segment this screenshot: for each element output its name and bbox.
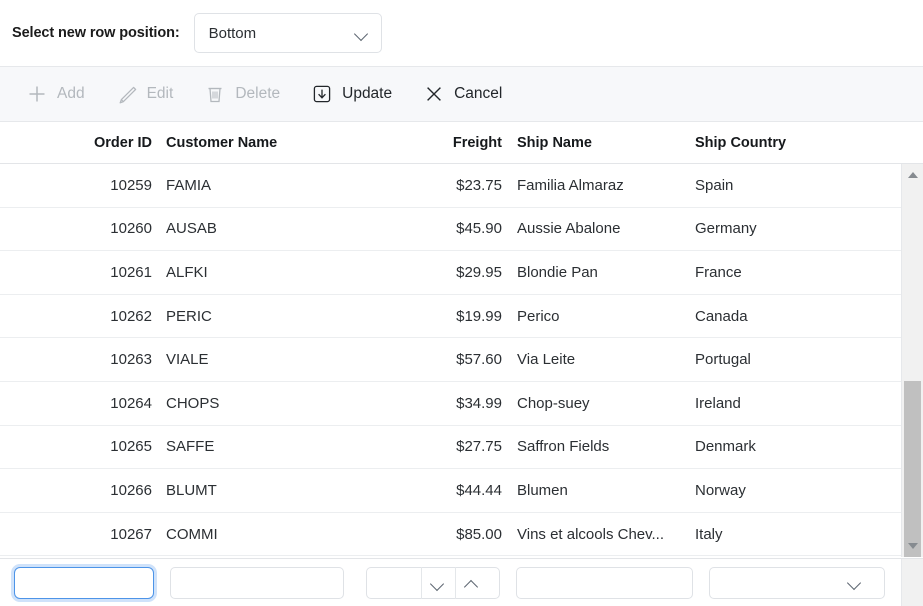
- cell-customer: CHOPS: [166, 394, 220, 412]
- scrollbar-corner-filler: [901, 559, 923, 606]
- cell-ship_name: Familia Almaraz: [517, 176, 624, 194]
- row-position-bar: Select new row position: Bottom: [0, 0, 923, 66]
- column-header-ship-name[interactable]: Ship Name: [502, 135, 695, 151]
- trash-icon: [204, 83, 226, 105]
- cell-ship_country: France: [695, 263, 742, 281]
- add-button-label: Add: [57, 85, 85, 102]
- table-row[interactable]: 10260 AUSAB $45.90 Aussie Abalone Germany: [0, 208, 923, 252]
- cell-customer: COMMI: [166, 525, 218, 543]
- scrollbar-thumb[interactable]: [904, 381, 921, 557]
- cell-ship_country: Italy: [695, 525, 723, 543]
- freight-spinner-up-button[interactable]: [455, 567, 488, 599]
- cancel-button-label: Cancel: [454, 85, 503, 102]
- edit-button[interactable]: Edit: [116, 83, 174, 105]
- cell-order_id: 10267: [110, 525, 152, 543]
- scroll-down-arrow-icon[interactable]: [902, 537, 923, 555]
- edit-button-label: Edit: [146, 85, 174, 102]
- table-row[interactable]: 10262 PERIC $19.99 Perico Canada: [0, 295, 923, 339]
- update-button-label: Update: [342, 85, 393, 102]
- cell-ship_country: Portugal: [695, 351, 751, 369]
- customer-name-input[interactable]: [170, 567, 344, 599]
- cell-ship_country: Canada: [695, 307, 748, 325]
- table-row[interactable]: 10266 BLUMT $44.44 Blumen Norway: [0, 469, 923, 513]
- table-row[interactable]: 10259 FAMIA $23.75 Familia Almaraz Spain: [0, 164, 923, 208]
- freight-spinner-down-button[interactable]: [421, 567, 454, 599]
- cell-freight: $27.75: [456, 438, 502, 456]
- cell-order_id: 10260: [110, 220, 152, 238]
- ship-name-input[interactable]: [516, 567, 693, 599]
- column-header-freight[interactable]: Freight: [419, 135, 502, 151]
- row-position-select[interactable]: Bottom: [193, 13, 382, 53]
- cell-freight: $44.44: [456, 481, 502, 499]
- cell-customer: ALFKI: [166, 263, 208, 281]
- scroll-up-arrow-icon[interactable]: [902, 166, 923, 184]
- inline-edit-row: [0, 558, 923, 606]
- order-id-input[interactable]: [14, 567, 154, 599]
- cell-ship_country: Denmark: [695, 438, 756, 456]
- table-row[interactable]: 10264 CHOPS $34.99 Chop-suey Ireland: [0, 382, 923, 426]
- update-box-arrow-icon: [311, 83, 333, 105]
- cell-ship_name: Blondie Pan: [517, 263, 598, 281]
- cell-ship_country: Norway: [695, 481, 746, 499]
- cell-ship_country: Spain: [695, 176, 734, 194]
- grid-header-row: Order ID Customer Name Freight Ship Name…: [0, 122, 923, 164]
- cell-freight: $85.00: [456, 525, 502, 543]
- cell-ship_name: Via Leite: [517, 351, 576, 369]
- pencil-icon: [116, 83, 138, 105]
- cell-freight: $19.99: [456, 307, 502, 325]
- delete-button[interactable]: Delete: [204, 83, 280, 105]
- cell-customer: VIALE: [166, 351, 209, 369]
- cell-ship_name: Blumen: [517, 481, 568, 499]
- row-position-label: Select new row position:: [12, 25, 180, 41]
- cell-ship_name: Saffron Fields: [517, 438, 610, 456]
- close-x-icon: [423, 83, 445, 105]
- cell-customer: SAFFE: [166, 438, 215, 456]
- column-header-order-id[interactable]: Order ID: [0, 135, 152, 151]
- cell-order_id: 10265: [110, 438, 152, 456]
- cell-ship_name: Chop-suey: [517, 394, 590, 412]
- cell-order_id: 10259: [110, 176, 152, 194]
- cell-customer: PERIC: [166, 307, 212, 325]
- cell-ship_name: Aussie Abalone: [517, 220, 621, 238]
- chevron-down-icon[interactable]: [848, 578, 862, 587]
- chevron-up-icon: [465, 579, 479, 588]
- cell-order_id: 10263: [110, 351, 152, 369]
- cell-freight: $57.60: [456, 351, 502, 369]
- cell-order_id: 10261: [110, 263, 152, 281]
- cell-order_id: 10266: [110, 481, 152, 499]
- table-row[interactable]: 10265 SAFFE $27.75 Saffron Fields Denmark: [0, 426, 923, 470]
- table-row[interactable]: 10267 COMMI $85.00 Vins et alcools Chev... I…: [0, 513, 923, 557]
- cancel-button[interactable]: Cancel: [423, 83, 502, 105]
- plus-icon: [26, 83, 48, 105]
- grid-toolbar: Add Edit Delete Update Cancel: [0, 66, 923, 122]
- cell-customer: FAMIA: [166, 176, 212, 194]
- add-button[interactable]: Add: [26, 83, 85, 105]
- chevron-down-icon: [431, 579, 445, 588]
- grid-vertical-scrollbar[interactable]: [901, 164, 923, 557]
- cell-order_id: 10262: [110, 307, 152, 325]
- cell-ship_country: Germany: [695, 220, 757, 238]
- cell-order_id: 10264: [110, 394, 152, 412]
- cell-ship_name: Perico: [517, 307, 560, 325]
- table-row[interactable]: 10261 ALFKI $29.95 Blondie Pan France: [0, 251, 923, 295]
- column-header-ship-country[interactable]: Ship Country: [695, 135, 880, 151]
- update-button[interactable]: Update: [311, 83, 392, 105]
- cell-ship_name: Vins et alcools Chev...: [517, 525, 665, 543]
- cell-freight: $29.95: [456, 263, 502, 281]
- grid-rows-area: 10259 FAMIA $23.75 Familia Almaraz Spain 1026…: [0, 164, 923, 557]
- column-header-customer-name[interactable]: Customer Name: [152, 135, 419, 151]
- table-row[interactable]: 10263 VIALE $57.60 Via Leite Portugal: [0, 338, 923, 382]
- cell-freight: $34.99: [456, 394, 502, 412]
- cell-ship_country: Ireland: [695, 394, 741, 412]
- cell-customer: BLUMT: [166, 481, 217, 499]
- cell-freight: $45.90: [456, 220, 502, 238]
- data-grid: Order ID Customer Name Freight Ship Name…: [0, 122, 923, 606]
- cell-freight: $23.75: [456, 176, 502, 194]
- cell-customer: AUSAB: [166, 220, 217, 238]
- row-position-select-value: Bottom: [208, 24, 257, 42]
- delete-button-label: Delete: [235, 85, 281, 102]
- chevron-down-icon: [355, 29, 369, 38]
